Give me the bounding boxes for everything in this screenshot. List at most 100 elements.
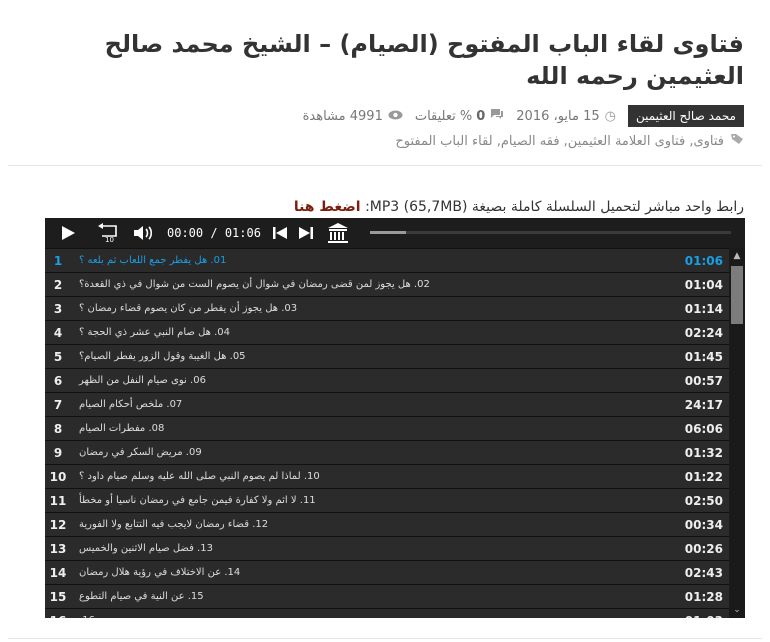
track-duration: 00:34 [684,517,723,532]
playlist-track[interactable]: 10 10. لماذا لم يصوم النبي صلى الله عليه … [45,465,729,488]
track-duration: 01:32 [684,445,723,460]
track-number: 4 [53,325,63,340]
scroll-up-icon[interactable]: ▲ [729,248,745,264]
track-duration: 06:06 [684,421,723,436]
time-display: 00:00 / 01:06 [167,226,261,240]
track-duration: 01:45 [684,349,723,364]
progress-rail[interactable] [370,231,731,234]
track-number: 12 [49,517,67,532]
track-title: 06. نوى صيام النفل من الظهر [79,375,206,386]
play-icon[interactable] [55,220,81,246]
views-text: 4991 مشاهدة [302,108,383,124]
player-controls: 10 00:00 / 01:06 [45,218,745,248]
playlist-track[interactable]: 12 12. قضاء رمضان لايجب فيه التتابع ولا ا… [45,513,729,536]
scroll-down-icon[interactable]: ⌄ [729,602,745,618]
track-number: 7 [53,397,63,412]
playlist-track[interactable]: 11 11. لا اثم ولا كفارة فيمن جامع في رمضا… [45,489,729,512]
svg-text:10: 10 [105,236,114,243]
time-separator: / [210,226,218,240]
track-title: 04. هل صام النبي عشر ذي الحجة ؟ [79,327,231,338]
playlist-track[interactable]: 13 13. فضل صيام الاثنين والخميس 00:26 [45,537,729,560]
track-number: 3 [53,301,63,316]
playlist-track[interactable]: 3 03. هل يجوز أن يفطر من كان يصوم قضاء رم… [45,297,729,320]
views-count: 4991 مشاهدة [303,109,403,124]
comments-link[interactable]: 0 % تعليقات [415,108,504,124]
track-number: 8 [53,421,63,436]
progress-loaded [370,231,407,234]
audio-player: 10 00:00 / 01:06 1 01. هل يفطر جمع اللعا… [45,218,745,618]
playlist-track[interactable]: 1 01. هل يفطر جمع اللعاب ثم بلعه ؟ 01:06 [45,249,729,272]
track-duration: 01:06 [684,253,723,268]
current-time: 00:00 [167,226,204,240]
comments-icon [490,108,504,124]
track-title: 14. عن الاختلاف في رؤية هلال رمضان [79,567,241,578]
playlist-track[interactable]: 7 07. ملخص أحكام الصيام 24:17 [45,393,729,416]
playlist-track[interactable]: 14 14. عن الاختلاف في رؤية هلال رمضان 02:4… [45,561,729,584]
track-title: 13. فضل صيام الاثنين والخميس [79,543,213,554]
page-title: فتاوى لقاء الباب المفتوح (الصيام) – الشي… [104,30,744,90]
eye-icon [388,109,403,124]
post-date: ◷ 15 مايو، 2016 [516,109,616,124]
track-duration: 01:22 [684,469,723,484]
track-number: 9 [53,445,63,460]
download-text: رابط واحد مباشر لتحميل السلسلة كاملة بصي… [365,199,744,215]
skip-back-10-icon[interactable]: 10 [95,220,121,246]
track-number: 6 [53,373,63,388]
playlist-track[interactable]: 15 15. عن النية في صيام التطوع 01:28 [45,585,729,608]
track-title: 10. لماذا لم يصوم النبي صلى الله عليه وس… [79,471,320,482]
playlist-track[interactable]: 5 05. هل الغيبة وقول الزور يفطر الصيام؟ 01… [45,345,729,368]
track-duration: 24:17 [684,397,723,412]
track-duration: 01:14 [684,301,723,316]
track-duration: 01:28 [684,589,723,604]
total-time: 01:06 [224,226,261,240]
track-duration: 02:50 [684,493,723,508]
track-number: 11 [49,493,67,508]
playlist-track[interactable]: 2 02. هل يجوز لمن قضى رمضان في شوال أن يص… [45,273,729,296]
track-title: 02. هل يجوز لمن قضى رمضان في شوال أن يصو… [79,279,430,290]
archive-icon[interactable] [325,220,351,246]
post-meta: محمد صالح العثيمين ◷ 15 مايو، 2016 0 % ت… [303,105,744,127]
divider-bottom [8,638,762,639]
post-date-text: 15 مايو، 2016 [516,108,600,124]
track-number: 16 [45,614,71,619]
track-title: 01. هل يفطر جمع اللعاب ثم بلعه ؟ [79,255,227,266]
author-badge[interactable]: محمد صالح العثيمين [627,105,744,127]
playlist-track[interactable]: 1616. 01:03 [45,609,729,618]
playlist-track[interactable]: 9 09. مريض السكر في رمضان 01:32 [45,441,729,464]
track-number: 5 [53,349,63,364]
track-duration: 00:57 [684,373,723,388]
track-title: 15. عن النية في صيام التطوع [79,591,204,602]
track-title: 05. هل الغيبة وقول الزور يفطر الصيام؟ [79,351,246,362]
playlist-track[interactable]: 6 06. نوى صيام النفل من الظهر 00:57 [45,369,729,392]
track-duration: 01:03 [685,614,723,619]
scroll-thumb[interactable] [731,266,743,324]
divider [8,165,762,166]
track-number: 14 [49,565,67,580]
download-link[interactable]: اضغط هنا [294,199,361,215]
clock-icon: ◷ [604,108,616,124]
download-line: رابط واحد مباشر لتحميل السلسلة كاملة بصي… [294,199,744,215]
playlist-track[interactable]: 8 08. مفطرات الصيام 06:06 [45,417,729,440]
volume-icon[interactable] [131,220,157,246]
track-number: 15 [49,589,67,604]
comments-count: 0 [476,108,486,124]
next-track-icon[interactable] [293,220,319,246]
track-duration: 02:43 [684,565,723,580]
post-tags: فتاوى, فتاوى العلامة العثيمين, فقه الصيا… [395,133,744,149]
playlist-scrollbar[interactable]: ▲ ⌄ [729,248,745,618]
track-number: 2 [53,277,63,292]
tags-text[interactable]: فتاوى, فتاوى العلامة العثيمين, فقه الصيا… [395,134,724,149]
track-title: 16. [71,615,95,618]
track-duration: 00:26 [684,541,723,556]
article-page: فتاوى لقاء الباب المفتوح (الصيام) – الشي… [0,0,770,642]
track-title: 07. ملخص أحكام الصيام [79,399,183,410]
track-duration: 02:24 [684,325,723,340]
track-number: 1 [53,253,63,268]
previous-track-icon[interactable] [267,220,293,246]
playlist-track[interactable]: 4 04. هل صام النبي عشر ذي الحجة ؟ 02:24 [45,321,729,344]
tags-icon [730,133,744,149]
track-number: 13 [49,541,67,556]
comments-suffix: % تعليقات [414,108,473,124]
track-duration: 01:04 [684,277,723,292]
track-title: 08. مفطرات الصيام [79,423,165,434]
